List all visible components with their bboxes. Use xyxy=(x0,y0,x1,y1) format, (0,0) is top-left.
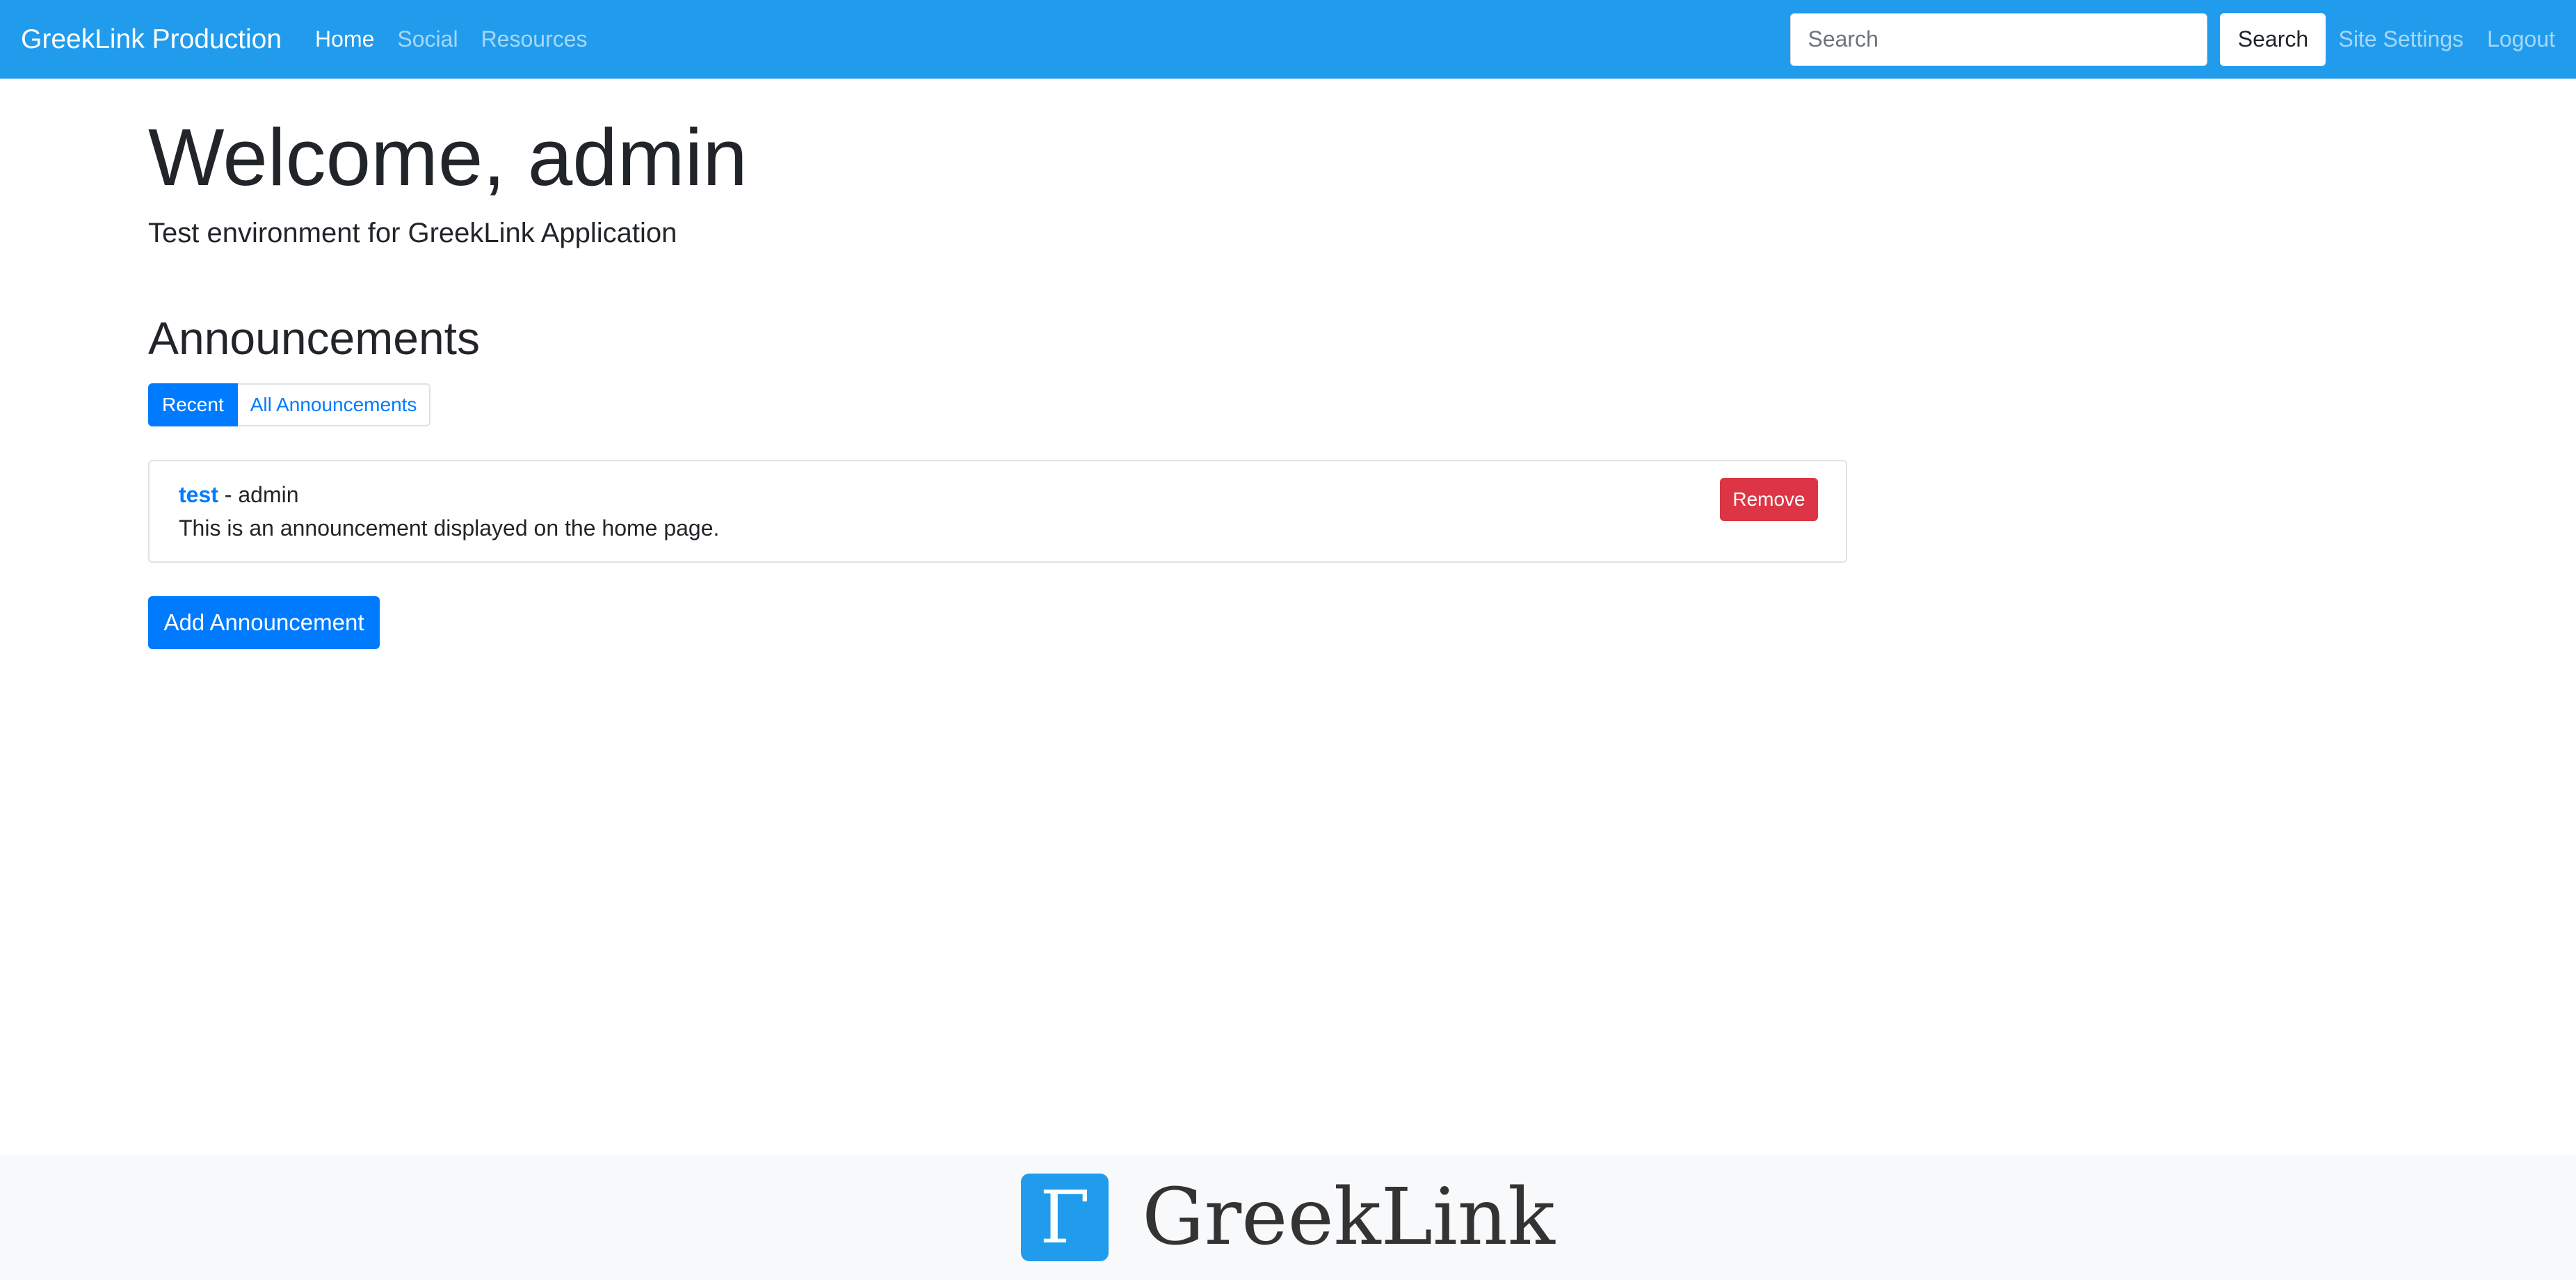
nav-resources-link[interactable]: Resources xyxy=(481,26,588,52)
navbar-right: Search Site Settings Logout xyxy=(1790,13,2555,66)
announcements-heading: Announcements xyxy=(148,312,480,364)
search-input[interactable] xyxy=(1790,13,2208,66)
welcome-heading: Welcome, admin xyxy=(148,112,748,202)
nav-social-link[interactable]: Social xyxy=(397,26,458,52)
logout-link[interactable]: Logout xyxy=(2487,26,2555,52)
top-navbar: GreekLink Production Home Social Resourc… xyxy=(0,0,2576,79)
announcement-title-link[interactable]: test xyxy=(179,482,218,507)
announcement-body: This is an announcement displayed on the… xyxy=(179,515,720,541)
nav-home-link[interactable]: Home xyxy=(315,26,374,52)
footer-logo-text: GreekLink xyxy=(1142,1172,1555,1263)
remove-announcement-button[interactable]: Remove xyxy=(1720,478,1818,521)
greeklink-logo-icon: Γ xyxy=(1021,1174,1109,1261)
page-subtitle: Test environment for GreekLink Applicati… xyxy=(148,218,677,248)
announcement-card: test - admin This is an announcement dis… xyxy=(148,460,1847,563)
add-announcement-button[interactable]: Add Announcement xyxy=(148,596,380,649)
tab-recent[interactable]: Recent xyxy=(148,383,238,426)
brand-link[interactable]: GreekLink Production xyxy=(21,24,282,55)
site-settings-link[interactable]: Site Settings xyxy=(2338,26,2463,52)
footer: Γ GreekLink xyxy=(0,1155,2576,1280)
announcement-header: test - admin xyxy=(179,482,299,508)
search-button[interactable]: Search xyxy=(2220,13,2326,66)
tab-all-announcements[interactable]: All Announcements xyxy=(237,383,431,426)
announcement-author: - admin xyxy=(218,482,299,507)
announcement-tabs: Recent All Announcements xyxy=(148,383,431,426)
